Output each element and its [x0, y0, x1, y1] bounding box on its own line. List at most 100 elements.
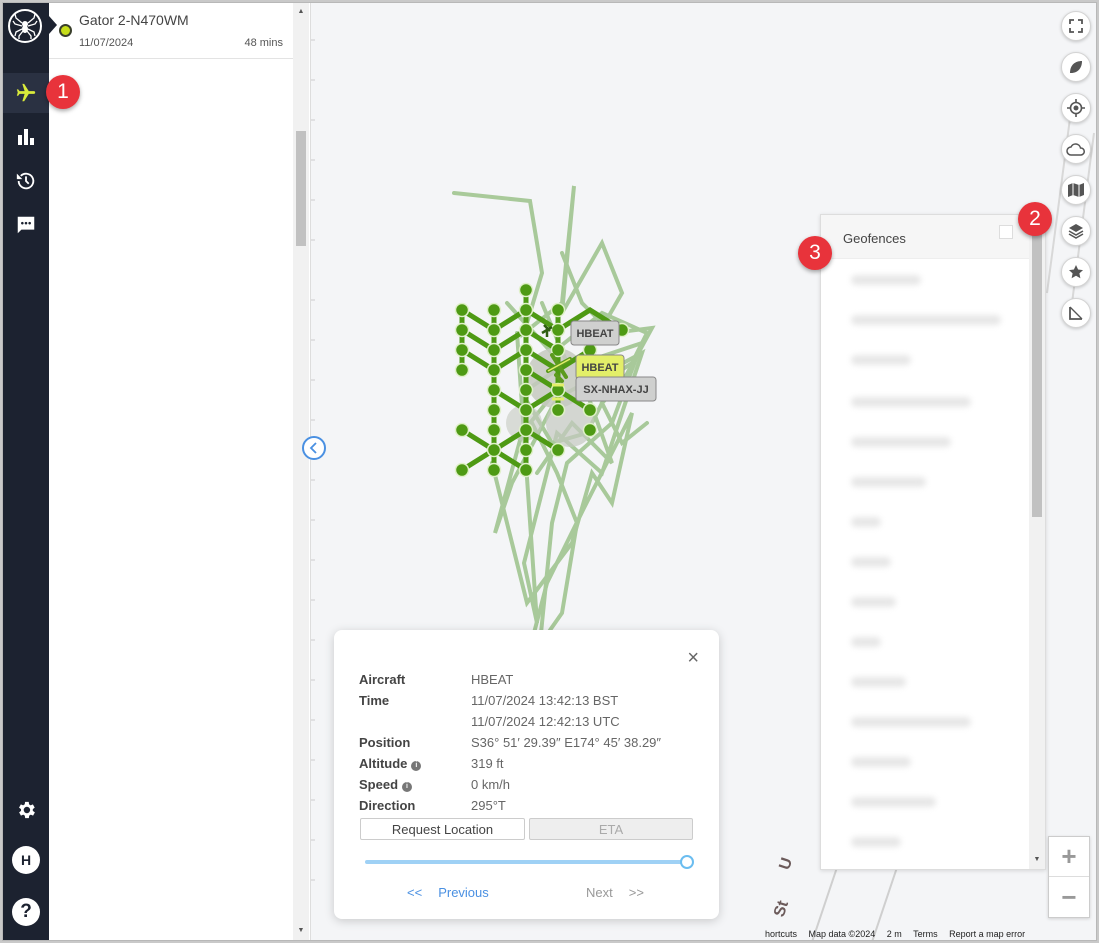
- fullscreen-button[interactable]: [1061, 11, 1091, 41]
- aircraft-marker-small[interactable]: [541, 324, 553, 337]
- status-dot: [59, 24, 72, 37]
- list-item[interactable]: [851, 477, 926, 487]
- speed-value: 0 km/h: [471, 777, 511, 792]
- callout-3: 3: [798, 236, 832, 270]
- flight-duration: 48 mins: [244, 37, 283, 49]
- scroll-up-arrow[interactable]: ▲: [293, 5, 309, 19]
- eta-button[interactable]: ETA: [529, 818, 693, 840]
- weather-button[interactable]: [1061, 134, 1091, 164]
- next-arrows: >>: [628, 885, 644, 900]
- close-icon[interactable]: ×: [687, 648, 699, 668]
- report-link[interactable]: Report a map error: [949, 929, 1025, 939]
- time-bst-value: 11/07/2024 13:42:13 BST: [471, 693, 619, 708]
- layers-icon: [1068, 224, 1084, 239]
- flight-list-panel: Gator 2-N470WM 11/07/2024 48 mins ▲ ▼: [49, 3, 315, 940]
- fullscreen-icon: [1069, 19, 1083, 33]
- list-item[interactable]: [851, 437, 951, 447]
- cloud-icon: [1066, 143, 1085, 156]
- geofences-title: Geofences: [843, 231, 906, 246]
- altitude-label-wrap: Altitude i: [359, 756, 422, 771]
- flight-name: Gator 2-N470WM: [79, 12, 189, 28]
- map-attribution: hortcuts Map data ©2024 2 m Terms Report…: [765, 929, 1034, 939]
- timeline-slider-handle[interactable]: [680, 855, 694, 869]
- time-utc-value: 11/07/2024 12:42:13 UTC: [471, 714, 620, 729]
- callout-2: 2: [1018, 202, 1052, 236]
- help-icon: ?: [20, 901, 32, 922]
- label-hbeat-active[interactable]: HBEAT: [575, 354, 625, 380]
- logo-pointer: [49, 16, 57, 34]
- prev-arrows: <<: [407, 885, 423, 900]
- locate-button[interactable]: [1061, 93, 1091, 123]
- star-icon: [1069, 265, 1083, 279]
- time-label: Time: [359, 693, 390, 708]
- list-item[interactable]: [851, 757, 911, 767]
- direction-value: 295°T: [471, 798, 506, 813]
- info-icon[interactable]: i: [411, 761, 422, 771]
- aircraft-info-popup: × Aircraft HBEAT Time 11/07/2024 13:42:1…: [334, 630, 719, 919]
- geofences-toggle[interactable]: [999, 225, 1013, 239]
- speed-label: Speed: [359, 777, 399, 792]
- favorites-button[interactable]: [1061, 257, 1091, 287]
- map-icon: [1068, 183, 1084, 197]
- zoom-in-button[interactable]: +: [1049, 837, 1089, 877]
- list-item[interactable]: [851, 837, 901, 847]
- measure-button[interactable]: [1061, 298, 1091, 328]
- geofences-scrollbar[interactable]: ▼: [1029, 215, 1045, 869]
- terms-link[interactable]: Terms: [913, 929, 938, 939]
- prev-label: Previous: [438, 885, 489, 900]
- list-item[interactable]: [851, 637, 881, 647]
- zoom-out-button[interactable]: −: [1049, 877, 1089, 917]
- aircraft-label: Aircraft: [359, 672, 406, 687]
- direction-label: Direction: [359, 798, 416, 813]
- list-item[interactable]: [851, 717, 971, 727]
- nav-aircraft[interactable]: [3, 73, 49, 113]
- leaf-icon: [1070, 61, 1082, 73]
- collapse-panel-button[interactable]: [302, 436, 326, 460]
- list-item[interactable]: [851, 397, 971, 407]
- leaf-button[interactable]: [1061, 52, 1091, 82]
- ruler-icon: [1069, 306, 1083, 320]
- label-sx-text: SX-NHAX-JJ: [583, 384, 648, 396]
- layers-button[interactable]: [1061, 216, 1091, 246]
- next-button[interactable]: Next >>: [578, 885, 652, 900]
- list-item[interactable]: [851, 315, 1001, 325]
- list-item[interactable]: Gator 2-N470WM 11/07/2024 48 mins: [49, 3, 293, 59]
- list-item[interactable]: [851, 597, 896, 607]
- info-icon[interactable]: i: [402, 782, 413, 792]
- label-hbeat-active-text: HBEAT: [581, 362, 618, 374]
- previous-button[interactable]: << Previous: [399, 885, 497, 900]
- nav-history[interactable]: [3, 161, 49, 201]
- nav-stats[interactable]: [3, 117, 49, 157]
- user-avatar[interactable]: H: [12, 846, 40, 874]
- altitude-value: 319 ft: [471, 756, 504, 771]
- list-item[interactable]: [851, 797, 936, 807]
- nav-messages[interactable]: [3, 205, 49, 245]
- crosshair-icon: [1067, 99, 1085, 117]
- map-type-button[interactable]: [1061, 175, 1091, 205]
- list-item[interactable]: [851, 557, 891, 567]
- scroll-thumb[interactable]: [296, 131, 306, 246]
- shortcuts-link[interactable]: hortcuts: [765, 929, 797, 939]
- spider-icon: [12, 13, 38, 39]
- scroll-down-arrow[interactable]: ▼: [293, 924, 309, 938]
- geofences-header: Geofences: [821, 215, 1029, 259]
- scroll-thumb[interactable]: [1032, 233, 1042, 517]
- app-logo[interactable]: [8, 9, 42, 43]
- position-value: S36° 51′ 29.39″ E174° 45′ 38.29″: [471, 735, 662, 750]
- history-icon: [16, 172, 35, 190]
- scroll-down-arrow[interactable]: ▼: [1029, 853, 1045, 867]
- label-sx[interactable]: SX-NHAX-JJ: [575, 376, 657, 402]
- list-item[interactable]: [851, 355, 911, 365]
- gear-icon: [19, 801, 35, 819]
- help-button[interactable]: ?: [12, 898, 40, 926]
- label-hbeat-1[interactable]: HBEAT: [570, 320, 620, 346]
- user-initial: H: [20, 852, 32, 868]
- scale-text[interactable]: 2 m: [887, 929, 902, 939]
- list-item[interactable]: [851, 517, 881, 527]
- list-scrollbar[interactable]: ▲ ▼: [293, 3, 309, 940]
- list-item[interactable]: [851, 275, 921, 285]
- list-item[interactable]: [851, 677, 906, 687]
- request-location-button[interactable]: Request Location: [360, 818, 525, 840]
- timeline-slider-track[interactable]: [365, 860, 685, 864]
- settings-button[interactable]: [3, 790, 49, 830]
